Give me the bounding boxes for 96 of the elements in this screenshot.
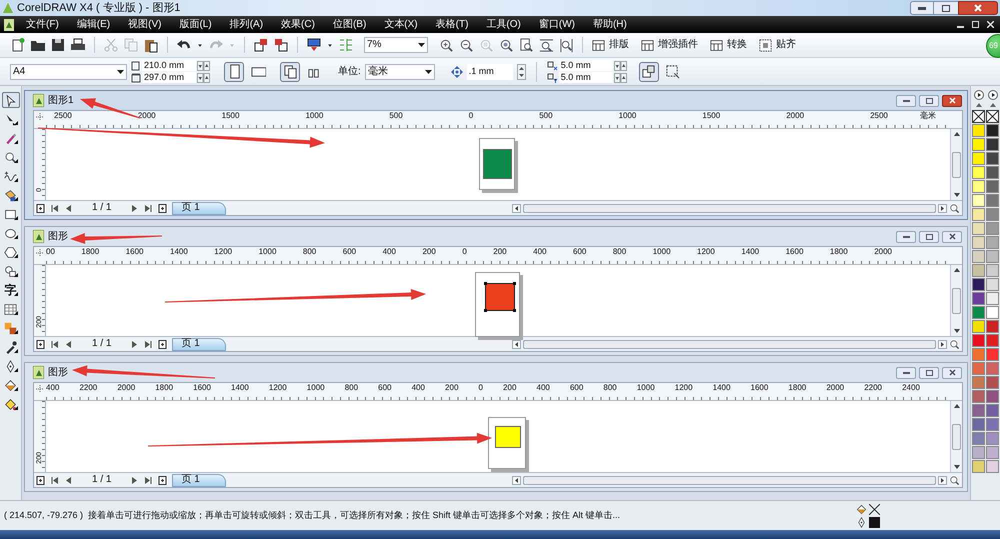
ruler-label: 1400 — [741, 248, 760, 258]
ruler-label: 1000 — [258, 248, 276, 258]
tool-button[interactable]: 字 — [2, 282, 20, 298]
unit-dropdown[interactable]: 毫米 — [364, 64, 435, 80]
ruler-label: 1500 — [702, 112, 720, 122]
ruler-label: 1200 — [268, 384, 287, 394]
ruler-label: 1600 — [750, 384, 768, 394]
ruler-label: 1600 — [126, 248, 144, 258]
ruler-label: 800 — [344, 384, 358, 394]
ruler-label: 2000 — [874, 248, 892, 258]
ruler-label: 1000 — [306, 384, 325, 394]
ruler-label: 2000 — [786, 112, 804, 122]
ruler-label: 1000 — [652, 248, 671, 258]
ruler-label: 400 — [412, 384, 425, 394]
status-hint: 接着单击可进行拖动或缩放；再单击可旋转或倾斜；双击工具，可选择所有对象；按住 Shift 键单击可选择多个对象；按住 Alt 键单击... — [88, 508, 620, 522]
ruler-unit: 毫米 — [920, 112, 936, 120]
ruler-label: 2000 — [826, 384, 844, 394]
menu-item[interactable]: 表格(T) — [436, 20, 468, 30]
page-tab[interactable]: 页 1 — [172, 338, 226, 350]
nudge-field[interactable]: .1 mm — [466, 64, 513, 80]
ruler-label: 2400 — [902, 384, 920, 394]
ruler-label: 2200 — [79, 384, 98, 394]
ruler-label: 200 — [445, 384, 458, 394]
ruler-label: 1000 — [305, 112, 324, 122]
ruler-label: 500 — [389, 112, 403, 122]
ruler-label: 500 — [539, 112, 553, 122]
ruler-label: 400 — [46, 384, 60, 394]
toolbar-button[interactable]: 增强插件 — [638, 35, 701, 55]
ruler-label: 1000 — [636, 384, 655, 394]
menu-item[interactable]: 效果(C) — [281, 20, 315, 30]
ruler-label: 1800 — [788, 384, 806, 394]
menu-item[interactable]: 位图(B) — [332, 20, 366, 30]
ruler-label: 1000 — [618, 112, 636, 122]
ruler-label: 00 — [46, 248, 55, 258]
ruler-label: 1400 — [231, 384, 249, 394]
ruler-label: 0 — [462, 248, 467, 258]
ruler-label: 600 — [342, 248, 356, 258]
unit-label: 单位: — [338, 64, 361, 79]
ruler-label: 1400 — [170, 248, 188, 258]
ruler-label: 1200 — [674, 384, 693, 394]
page-tab[interactable]: 页 1 — [172, 474, 226, 486]
ruler-label: 200 — [503, 384, 516, 394]
input-field[interactable]: 210.0 mm — [142, 60, 196, 71]
menu-item[interactable]: 窗口(W) — [538, 20, 575, 30]
ruler-label: 200 — [493, 248, 507, 258]
ruler-label: 600 — [570, 384, 584, 394]
ruler-label: 1800 — [81, 248, 100, 258]
menu-item[interactable]: 工具(O) — [486, 20, 521, 30]
cursor-coordinates: ( 214.507, -79.276 ) — [4, 508, 84, 522]
ruler-label: 800 — [612, 248, 626, 258]
ruler-label: 600 — [378, 384, 392, 394]
ruler-label: 2000 — [138, 112, 156, 122]
ruler-label: 2500 — [54, 112, 72, 122]
menu-item[interactable]: 帮助(H) — [592, 20, 627, 30]
ruler-label: 2200 — [864, 384, 882, 394]
ruler-label: 1800 — [830, 248, 848, 258]
ruler-label: 800 — [302, 248, 316, 258]
document-title: 图形1 — [48, 96, 74, 106]
page-counter: 1 / 1 — [92, 475, 112, 485]
ruler-label: 1600 — [193, 384, 211, 394]
ruler-label: 1600 — [786, 248, 804, 258]
menu-item[interactable]: 文件(F) — [26, 20, 59, 30]
toolbar-button[interactable]: 转换 — [707, 35, 750, 55]
input-field[interactable]: 297.0 mm — [142, 72, 196, 83]
window-title: CorelDRAW X4 ( 专业版 ) - 图形1 — [17, 2, 180, 14]
ruler-label: 400 — [536, 384, 550, 394]
ruler-label: 1200 — [697, 248, 715, 258]
menu-item[interactable]: 文本(X) — [384, 20, 418, 30]
document-title: 图形 — [48, 368, 68, 378]
page-counter: 1 / 1 — [92, 339, 112, 349]
menu-item[interactable]: 版面(L) — [179, 20, 212, 30]
ruler-label: 1800 — [155, 384, 174, 394]
zoom-dropdown[interactable]: 7% — [364, 37, 428, 53]
ruler-label: 1500 — [222, 112, 240, 122]
ruler-label: 2000 — [117, 384, 136, 394]
ruler-label: 600 — [573, 248, 586, 258]
menu-item[interactable]: 视图(V) — [128, 20, 162, 30]
ruler-label: 0 — [468, 112, 474, 122]
document-title: 图形 — [48, 232, 68, 242]
ruler-label: 200 — [422, 248, 436, 258]
ruler-label: 400 — [382, 248, 396, 258]
input-field[interactable]: 5.0 mm — [558, 72, 613, 83]
page-tab[interactable]: 页 1 — [172, 202, 226, 214]
ruler-label: 0 — [478, 384, 483, 394]
page-size-dropdown[interactable]: A4 — [10, 64, 127, 80]
ruler-label: 1400 — [712, 384, 730, 394]
page-counter: 1 / 1 — [92, 203, 112, 213]
ruler-label: 2500 — [870, 112, 888, 122]
toolbar-button[interactable]: 排版 — [589, 35, 632, 55]
toolbar-button[interactable]: 贴齐 — [756, 35, 799, 55]
menu-item[interactable]: 排列(A) — [230, 20, 264, 30]
ruler-label: 1200 — [214, 248, 232, 258]
input-field[interactable]: 5.0 mm — [558, 60, 613, 71]
menu-item[interactable]: 编辑(E) — [76, 20, 110, 30]
ruler-label: 400 — [533, 248, 546, 258]
ruler-label: 800 — [603, 384, 617, 394]
